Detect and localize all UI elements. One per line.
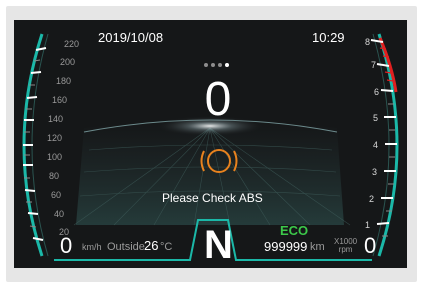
page-dot	[204, 63, 208, 67]
speed-tick-label: 80	[49, 171, 60, 181]
odometer-unit: km	[310, 241, 325, 253]
rpm-tick-label: 7	[371, 60, 377, 70]
outside-temp-label: Outside	[107, 241, 145, 253]
odometer-value: 999999	[264, 239, 308, 254]
speed-tick-label: 180	[56, 76, 72, 86]
gear-indicator: N	[204, 223, 233, 267]
rpm-tick-label: 5	[373, 113, 379, 123]
rpm-unit-label: rpm	[338, 245, 353, 254]
date-display: 2019/10/08	[98, 30, 164, 45]
warning-message: Please Check ABS	[162, 191, 263, 205]
rpm-tick-label: 6	[374, 87, 380, 97]
speed-tick-label: 140	[48, 114, 64, 124]
speed-tick-label: 60	[51, 190, 62, 200]
rpm-tick-label: 4	[373, 140, 379, 150]
rpm-tick-label: 2	[369, 194, 375, 204]
outside-temp-value: 26	[144, 238, 159, 253]
speed-tick-label: 200	[60, 57, 76, 67]
speed-gauge-value: 0	[60, 233, 73, 258]
page-dot	[211, 63, 215, 67]
page-dot	[218, 63, 222, 67]
rpm-tick-label: 3	[372, 167, 378, 177]
instrument-cluster-screen: 2019/10/08 10:29 220 200 180 160 140 120…	[14, 20, 407, 268]
rpm-tick-label: 8	[365, 37, 371, 47]
rpm-unit: X1000 rpm	[334, 238, 357, 254]
speed-tick-label: 100	[47, 152, 63, 162]
page-indicator	[204, 54, 232, 72]
speed-tick-label: 120	[47, 133, 63, 143]
speed-tick-label: 40	[54, 209, 65, 219]
outside-temp-unit: °C	[160, 241, 173, 253]
clock-display: 10:29	[312, 30, 345, 45]
speed-unit: km/h	[82, 242, 102, 252]
speed-readout: 0	[204, 73, 232, 126]
drive-mode-indicator: ECO	[280, 223, 309, 238]
speedometer-major-ticks	[23, 47, 47, 241]
page-dot-active	[225, 63, 229, 67]
road-floor	[76, 121, 344, 225]
rpm-gauge-value: 0	[364, 233, 377, 258]
speed-tick-label: 220	[64, 39, 80, 49]
rpm-tick-label: 1	[365, 220, 371, 230]
speed-tick-label: 160	[52, 95, 68, 105]
